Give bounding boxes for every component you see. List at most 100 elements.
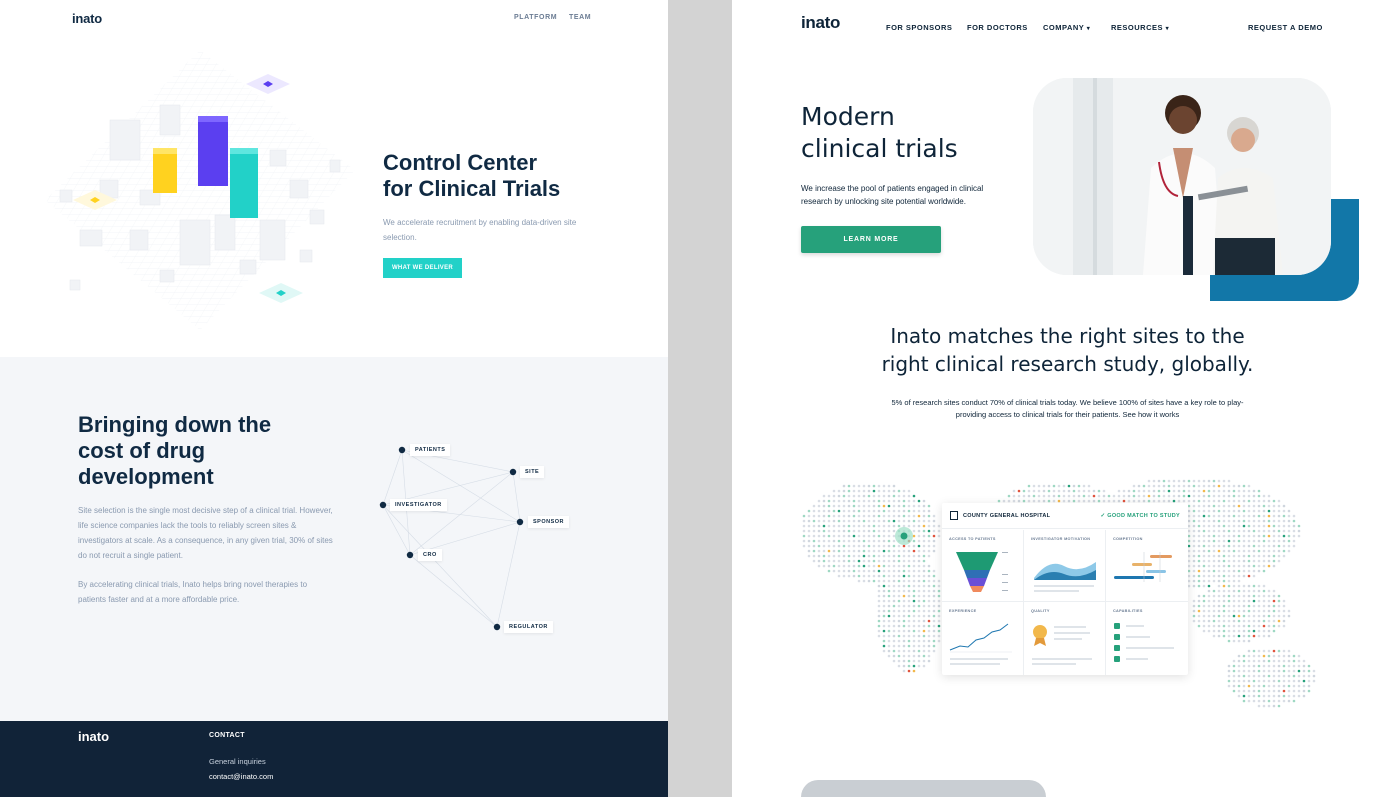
map-dot <box>872 519 876 523</box>
map-dot <box>922 639 926 643</box>
map-dot <box>1222 609 1226 613</box>
map-dot <box>847 569 851 573</box>
map-dot <box>1227 484 1231 488</box>
card-header: COUNTY GENERAL HOSPITAL ✓ GOOD MATCH TO … <box>942 503 1188 529</box>
map-dot <box>1237 679 1241 683</box>
nav-for-sponsors[interactable]: FOR SPONSORS <box>886 23 952 32</box>
map-dot <box>1262 539 1266 543</box>
map-dot <box>1212 564 1216 568</box>
map-dot <box>832 564 836 568</box>
map-dot <box>1227 624 1231 628</box>
footer-logo[interactable]: inato <box>78 729 109 744</box>
nav-for-doctors[interactable]: FOR DOCTORS <box>967 23 1028 32</box>
map-dot <box>1282 519 1286 523</box>
map-dot <box>862 549 866 553</box>
map-dot <box>912 649 916 653</box>
nav-team[interactable]: TEAM <box>569 14 591 21</box>
nav-platform[interactable]: PLATFORM <box>514 14 557 21</box>
good-match-label: GOOD MATCH TO STUDY <box>1107 513 1180 519</box>
map-dot <box>892 539 896 543</box>
map-dot <box>1267 674 1271 678</box>
map-dot <box>1177 499 1181 503</box>
map-dot <box>882 624 886 628</box>
map-dot <box>1282 664 1286 668</box>
map-dot <box>907 599 911 603</box>
map-dot <box>902 599 906 603</box>
map-dot <box>1282 684 1286 688</box>
map-dot <box>1227 584 1231 588</box>
map-dot <box>1037 494 1041 498</box>
map-dot <box>1237 624 1241 628</box>
map-dot <box>872 579 876 583</box>
map-dot <box>922 499 926 503</box>
map-dot <box>912 609 916 613</box>
map-dot <box>822 544 826 548</box>
map-dot <box>1237 509 1241 513</box>
map-dot <box>922 559 926 563</box>
map-dot <box>1202 529 1206 533</box>
map-dot <box>872 539 876 543</box>
map-dot <box>1232 684 1236 688</box>
map-dot <box>1207 599 1211 603</box>
right-logo[interactable]: inato <box>801 13 840 33</box>
map-dot <box>1247 569 1251 573</box>
map-dot <box>1147 484 1151 488</box>
map-dot <box>887 584 891 588</box>
map-dot <box>1227 664 1231 668</box>
left-logo[interactable]: inato <box>72 11 102 26</box>
map-dot <box>852 489 856 493</box>
map-dot <box>817 559 821 563</box>
map-dot <box>1197 494 1201 498</box>
map-dot <box>932 529 936 533</box>
map-dot <box>887 629 891 633</box>
map-dot <box>807 549 811 553</box>
map-dot <box>1282 669 1286 673</box>
map-dot <box>1297 529 1301 533</box>
map-dot <box>1292 664 1296 668</box>
what-we-deliver-button[interactable]: WHAT WE DELIVER <box>383 258 462 278</box>
map-dot <box>1227 489 1231 493</box>
map-dot <box>907 509 911 513</box>
map-dot <box>847 534 851 538</box>
learn-more-button[interactable]: LEARN MORE <box>801 226 941 253</box>
map-dot <box>1042 499 1046 503</box>
map-dot <box>892 569 896 573</box>
map-dot <box>1252 649 1256 653</box>
map-dot <box>1217 569 1221 573</box>
map-dot <box>1302 669 1306 673</box>
map-dot <box>882 634 886 638</box>
cell-capabilities: CAPABILITIES <box>1106 602 1188 675</box>
map-dot <box>1277 549 1281 553</box>
map-dot <box>817 544 821 548</box>
map-dot <box>1202 519 1206 523</box>
map-dot <box>1192 614 1196 618</box>
hospital-icon <box>950 511 958 520</box>
map-dot <box>1262 679 1266 683</box>
map-dot <box>922 644 926 648</box>
nav-company[interactable]: COMPANY ▾ <box>1043 23 1090 32</box>
footer-email-link[interactable]: contact@inato.com <box>209 772 273 781</box>
map-dot <box>1197 519 1201 523</box>
map-dot <box>832 524 836 528</box>
map-dot <box>1052 489 1056 493</box>
map-dot <box>1197 594 1201 598</box>
map-dot <box>1267 684 1271 688</box>
map-dot <box>1282 549 1286 553</box>
map-dot <box>887 534 891 538</box>
nav-resources[interactable]: RESOURCES ▾ <box>1111 23 1169 32</box>
map-dot <box>802 534 806 538</box>
map-dot <box>1282 509 1286 513</box>
chevron-down-icon: ▾ <box>1165 26 1170 32</box>
map-dot <box>902 574 906 578</box>
map-dot <box>882 514 886 518</box>
map-dot <box>902 584 906 588</box>
map-dot <box>1282 654 1286 658</box>
map-dot <box>852 504 856 508</box>
map-dot <box>1222 624 1226 628</box>
map-dot <box>882 609 886 613</box>
map-dot <box>1232 499 1236 503</box>
request-demo-link[interactable]: REQUEST A DEMO <box>1248 23 1323 32</box>
map-dot <box>1222 574 1226 578</box>
map-dot <box>842 524 846 528</box>
map-dot <box>1272 504 1276 508</box>
